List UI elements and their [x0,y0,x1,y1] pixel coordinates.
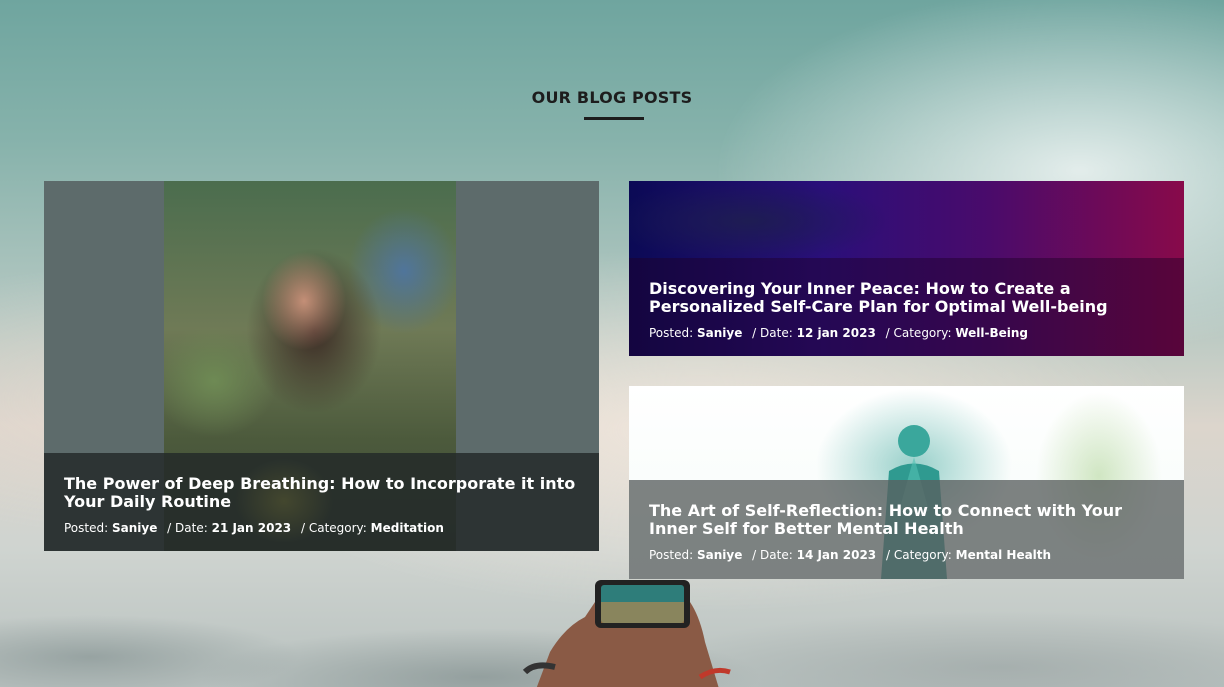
post-author: Saniye [696,326,743,340]
post-category-link[interactable]: Well-Being [955,326,1028,340]
blog-post-card[interactable]: The Power of Deep Breathing: How to Inco… [44,181,599,551]
section-title: OUR BLOG POSTS [531,88,693,107]
post-author: Saniye [696,548,743,562]
post-meta: Posted: Saniye / Date: 21 Jan 2023 / Cat… [64,521,579,535]
post-category-link[interactable]: Mental Health [956,548,1051,562]
hands-holding-phone-image [522,580,731,687]
blog-post-card[interactable]: The Art of Self-Reflection: How to Conne… [629,386,1184,579]
post-category-link[interactable]: Meditation [371,521,444,535]
date-label: / Date: [752,548,793,562]
blog-post-card[interactable]: Discovering Your Inner Peace: How to Cre… [629,181,1184,356]
posted-label: Posted: [64,521,109,535]
post-meta: Posted: Saniye / Date: 14 Jan 2023 / Cat… [649,548,1164,562]
category-label: / Category: [885,326,952,340]
post-title-link[interactable]: The Power of Deep Breathing: How to Inco… [64,475,579,511]
post-overlay: Discovering Your Inner Peace: How to Cre… [629,258,1184,356]
post-author: Saniye [111,521,158,535]
category-label: / Category: [885,548,952,562]
post-title-link[interactable]: The Art of Self-Reflection: How to Conne… [649,502,1164,538]
date-label: / Date: [752,326,793,340]
post-overlay: The Art of Self-Reflection: How to Conne… [629,480,1184,579]
post-meta: Posted: Saniye / Date: 12 jan 2023 / Cat… [649,326,1164,340]
post-date: 12 jan 2023 [796,326,876,340]
post-date: 14 Jan 2023 [796,548,877,562]
section-title-underline [584,117,644,120]
date-label: / Date: [167,521,208,535]
category-label: / Category: [300,521,367,535]
post-title-link[interactable]: Discovering Your Inner Peace: How to Cre… [649,280,1164,316]
post-date: 21 Jan 2023 [211,521,292,535]
post-overlay: The Power of Deep Breathing: How to Inco… [44,453,599,551]
posted-label: Posted: [649,326,694,340]
posted-label: Posted: [649,548,694,562]
